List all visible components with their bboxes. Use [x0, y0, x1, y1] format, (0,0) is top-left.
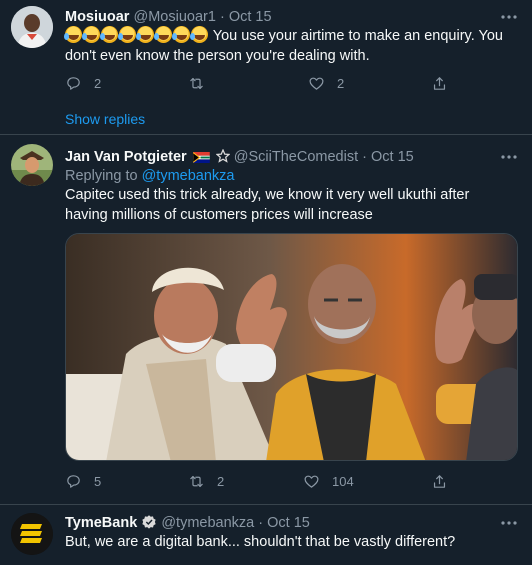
reply-icon	[67, 475, 80, 488]
more-icon[interactable]	[500, 148, 518, 166]
tweet-photo[interactable]	[65, 233, 518, 461]
share-icon	[433, 77, 446, 90]
star-icon	[215, 148, 231, 168]
like-icon	[309, 77, 324, 90]
display-name[interactable]: Mosiuoar	[65, 9, 129, 25]
handle[interactable]: @Mosiuoar1	[133, 9, 215, 25]
avatar-tymebank[interactable]	[11, 513, 53, 555]
like-count: 104	[332, 474, 354, 489]
reply-button[interactable]: 5	[65, 473, 101, 490]
tweet-text: You use your airtime to make an enquiry.…	[64, 26, 520, 66]
like-button[interactable]: 104	[303, 473, 354, 490]
replying-to-label: Replying to	[65, 168, 142, 184]
replying-to: Replying to @tymebankza	[65, 167, 234, 185]
retweet-icon	[190, 77, 203, 90]
tweet-header: Jan Van Potgieter @SciiTheComedist · Oct…	[65, 148, 414, 168]
reply-count: 2	[94, 76, 102, 91]
share-button[interactable]	[431, 473, 448, 490]
laughing-emoji-icon	[154, 26, 172, 43]
like-button[interactable]: 2	[308, 75, 344, 92]
retweet-button[interactable]: 2	[188, 473, 224, 490]
reply-icon	[67, 77, 80, 90]
avatar-mosiuoar-image	[11, 6, 53, 48]
tweet-body: Capitec used this trick already, we know…	[65, 187, 470, 223]
show-replies-link[interactable]: Show replies	[65, 110, 145, 128]
reply-button[interactable]: 2	[65, 75, 101, 92]
like-count: 2	[337, 76, 345, 91]
display-name[interactable]: TymeBank	[65, 515, 137, 531]
tweet-mosiuoar[interactable]: Mosiuoar @Mosiuoar1 · Oct 15 You use you…	[0, 0, 532, 134]
separator: ·	[258, 515, 264, 531]
laughing-emoji-icon	[136, 26, 154, 43]
laughing-emoji-icon	[100, 26, 118, 43]
tweet-tymebank[interactable]: TymeBank @tymebankza · Oct 15 But, we ar…	[0, 505, 532, 565]
separator: ·	[362, 149, 367, 165]
tweet-date[interactable]: Oct 15	[229, 9, 272, 25]
south-africa-flag-icon	[192, 150, 210, 168]
tymebank-logo-icon	[11, 513, 53, 555]
avatar-jan-van-potgieter[interactable]	[11, 144, 53, 186]
more-icon[interactable]	[500, 514, 518, 532]
photo-image	[66, 234, 517, 460]
retweet-button[interactable]	[188, 75, 217, 92]
tweet-actions: 2 2	[65, 75, 495, 95]
like-icon	[304, 475, 319, 488]
laughing-emoji-icon	[118, 26, 136, 43]
handle[interactable]: @tymebankza	[161, 515, 254, 531]
laughing-emoji-icon	[82, 26, 100, 43]
handle[interactable]: @SciiTheComedist	[234, 149, 358, 165]
share-icon	[433, 475, 446, 488]
laughing-emoji-row	[64, 26, 209, 44]
tweet-date[interactable]: Oct 15	[371, 149, 414, 165]
display-name[interactable]: Jan Van Potgieter	[65, 149, 187, 165]
tweet-date[interactable]: Oct 15	[267, 515, 310, 531]
laughing-emoji-icon	[172, 26, 190, 43]
tweet-body: But, we are a digital bank... shouldn't …	[65, 534, 456, 550]
tweet-jan-van-potgieter[interactable]: Jan Van Potgieter @SciiTheComedist · Oct…	[0, 135, 532, 504]
retweet-count: 2	[217, 474, 225, 489]
laughing-emoji-icon	[190, 26, 208, 43]
tweet-actions: 5 2 104	[65, 473, 495, 493]
avatar-jan-image	[11, 144, 53, 186]
share-button[interactable]	[431, 75, 448, 92]
laughing-emoji-icon	[64, 26, 82, 43]
retweet-icon	[190, 475, 203, 488]
more-icon[interactable]	[500, 8, 518, 26]
avatar-mosiuoar[interactable]	[11, 6, 53, 48]
tweet-header: Mosiuoar @Mosiuoar1 · Oct 15	[65, 8, 272, 26]
reply-count: 5	[94, 474, 102, 489]
replying-to-handle[interactable]: @tymebankza	[142, 168, 235, 184]
separator: ·	[219, 9, 225, 25]
